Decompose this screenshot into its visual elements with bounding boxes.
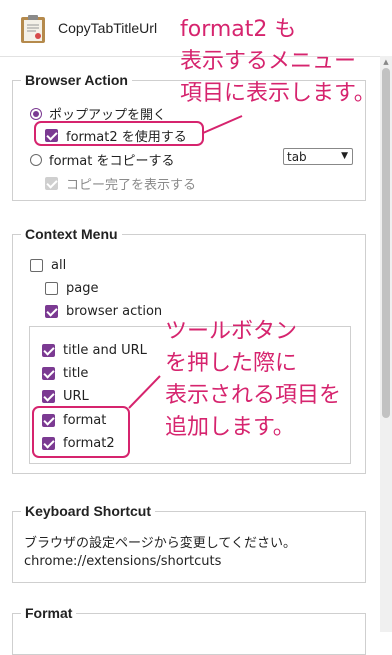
keyboard-shortcut-url: chrome://extensions/shortcuts: [24, 554, 222, 569]
pointer-line-top: [202, 115, 243, 134]
format-legend: Format: [21, 605, 77, 621]
format-group: Format: [12, 605, 366, 655]
pointer-line-middle: [128, 375, 161, 409]
keyboard-shortcut-legend: Keyboard Shortcut: [21, 503, 156, 519]
keyboard-shortcut-desc: ブラウザの設定ページから変更してください。: [24, 536, 296, 551]
